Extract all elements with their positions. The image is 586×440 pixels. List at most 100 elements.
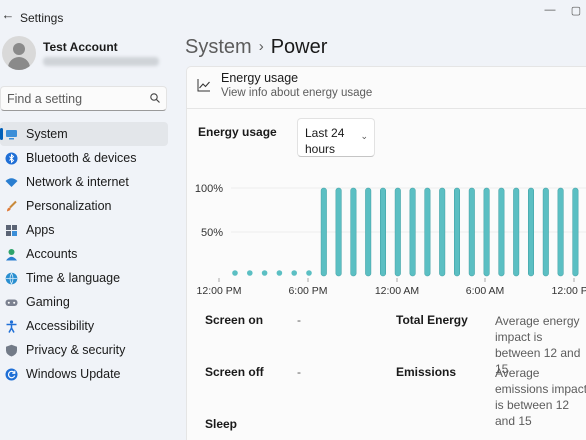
x-tick-label: 6:00 PM [288,285,327,297]
sidebar-item-label: Windows Update [26,367,121,381]
time-range-value: Last 24 hours [305,126,345,156]
avatar [2,36,36,70]
usage-bar [498,187,505,277]
usage-bar [380,187,386,277]
emissions-label: Emissions [396,365,457,379]
sidebar-item-label: Network & internet [26,175,129,189]
sidebar-item-gaming[interactable]: Gaming [0,290,168,314]
line-chart-icon [197,79,210,92]
x-tick-label: 12:00 PM [552,285,586,297]
sidebar-item-label: Accessibility [26,319,95,333]
sidebar-item-label: Privacy & security [26,343,126,357]
emissions-desc: Average emissions impact is between 12 a… [495,366,586,428]
x-tick-label: 12:00 AM [375,285,419,297]
shield-icon [6,344,17,357]
usage-bar [365,187,372,277]
sidebar-item-bluetooth[interactable]: Bluetooth & devices [0,146,168,170]
search-box[interactable]: Find a setting [0,86,167,111]
x-tick-label: 6:00 AM [466,285,505,297]
screen-on-value: - [297,313,301,327]
usage-bar [394,187,401,277]
card-title: Energy usage [221,71,299,85]
y-tick-label: 50% [201,227,223,239]
sidebar-item-label: Bluetooth & devices [26,151,137,165]
usage-bar [439,187,446,277]
page-title: Power [270,36,328,58]
usage-bar [424,187,431,277]
sidebar-item-label: Time & language [26,271,121,285]
usage-bar [350,187,357,277]
y-tick-label: 100% [195,183,223,195]
account-name: Test Account [43,40,118,54]
sidebar-item-accessibility[interactable]: Accessibility [0,314,168,338]
wifi-icon [5,178,18,187]
total-energy-label: Total Energy [396,313,468,327]
bluetooth-icon [5,152,18,165]
sidebar-item-system[interactable]: System [0,122,168,146]
title-bar: ← Settings — ▢ [0,0,586,34]
chevron-down-icon: ⌄ [360,131,368,141]
accounts-icon [6,249,17,261]
apps-icon [6,225,17,236]
usage-dot [232,270,238,276]
system-icon [6,130,17,140]
usage-dot [276,270,283,276]
usage-dot [306,270,312,276]
breadcrumb-separator: › [258,38,264,55]
sidebar-item-time-language[interactable]: Time & language [0,266,168,290]
brush-icon [7,200,17,212]
sidebar-item-privacy[interactable]: Privacy & security [0,338,168,362]
sidebar-item-label: Gaming [26,295,70,309]
card-header[interactable]: Energy usage View info about energy usag… [187,67,586,109]
time-range-dropdown[interactable]: Last 24 hours ⌄ [297,118,375,157]
sidebar-item-label: Personalization [26,199,112,213]
sidebar-item-personalization[interactable]: Personalization [0,194,168,218]
usage-bar [572,187,579,277]
x-tick-label: 12:00 PM [197,285,242,297]
card-subtitle: View info about energy usage [221,87,373,99]
active-indicator [0,128,3,140]
sidebar-item-label: System [26,127,68,141]
energy-usage-chart: 100% 50% 12:00 PM 6:00 PM 12:00 AM 6:00 AM 12:… [195,183,586,297]
sidebar-nav: System Bluetooth & devices Network & int… [0,122,168,386]
sidebar-item-accounts[interactable]: Accounts [0,242,168,266]
breadcrumb-parent[interactable]: System [185,36,252,58]
sidebar-item-label: Apps [26,223,55,237]
energy-usage-label: Energy usage [198,125,277,139]
sidebar-item-windows-update[interactable]: Windows Update [0,362,168,386]
usage-bar [409,187,416,277]
breadcrumb: System › Power [185,36,327,59]
screen-off-value: - [297,365,301,379]
account-email-blurred [43,57,159,66]
search-input[interactable]: Find a setting [7,92,82,106]
minimize-button[interactable]: — [540,4,560,18]
update-icon [5,368,18,381]
search-icon[interactable] [149,92,161,104]
sidebar-item-apps[interactable]: Apps [0,218,168,242]
usage-bar [454,187,460,277]
energy-usage-card: Energy usage View info about energy usag… [186,66,586,440]
usage-bar [468,187,475,277]
gamepad-icon [5,299,18,306]
usage-dot [247,270,253,276]
usage-bar [528,187,534,277]
account-panel[interactable]: Test Account [0,36,180,76]
accessibility-icon [6,320,17,333]
sidebar-item-network[interactable]: Network & internet [0,170,168,194]
usage-bar [542,187,549,277]
usage-dot [261,270,268,276]
maximize-button[interactable]: ▢ [566,4,586,18]
settings-window: ← Settings — ▢ Test Account Find a setti… [0,0,586,440]
screen-on-label: Screen on [205,313,264,327]
usage-bar [557,187,564,277]
app-title: Settings [20,11,64,25]
globe-clock-icon [5,272,18,285]
screen-off-label: Screen off [205,365,264,379]
sleep-label: Sleep [205,417,238,431]
usage-bar [320,187,327,277]
back-button[interactable]: ← [0,7,16,25]
usage-bar [513,187,520,277]
usage-dot [291,270,297,276]
usage-bar [335,187,342,277]
usage-bar [483,187,490,277]
